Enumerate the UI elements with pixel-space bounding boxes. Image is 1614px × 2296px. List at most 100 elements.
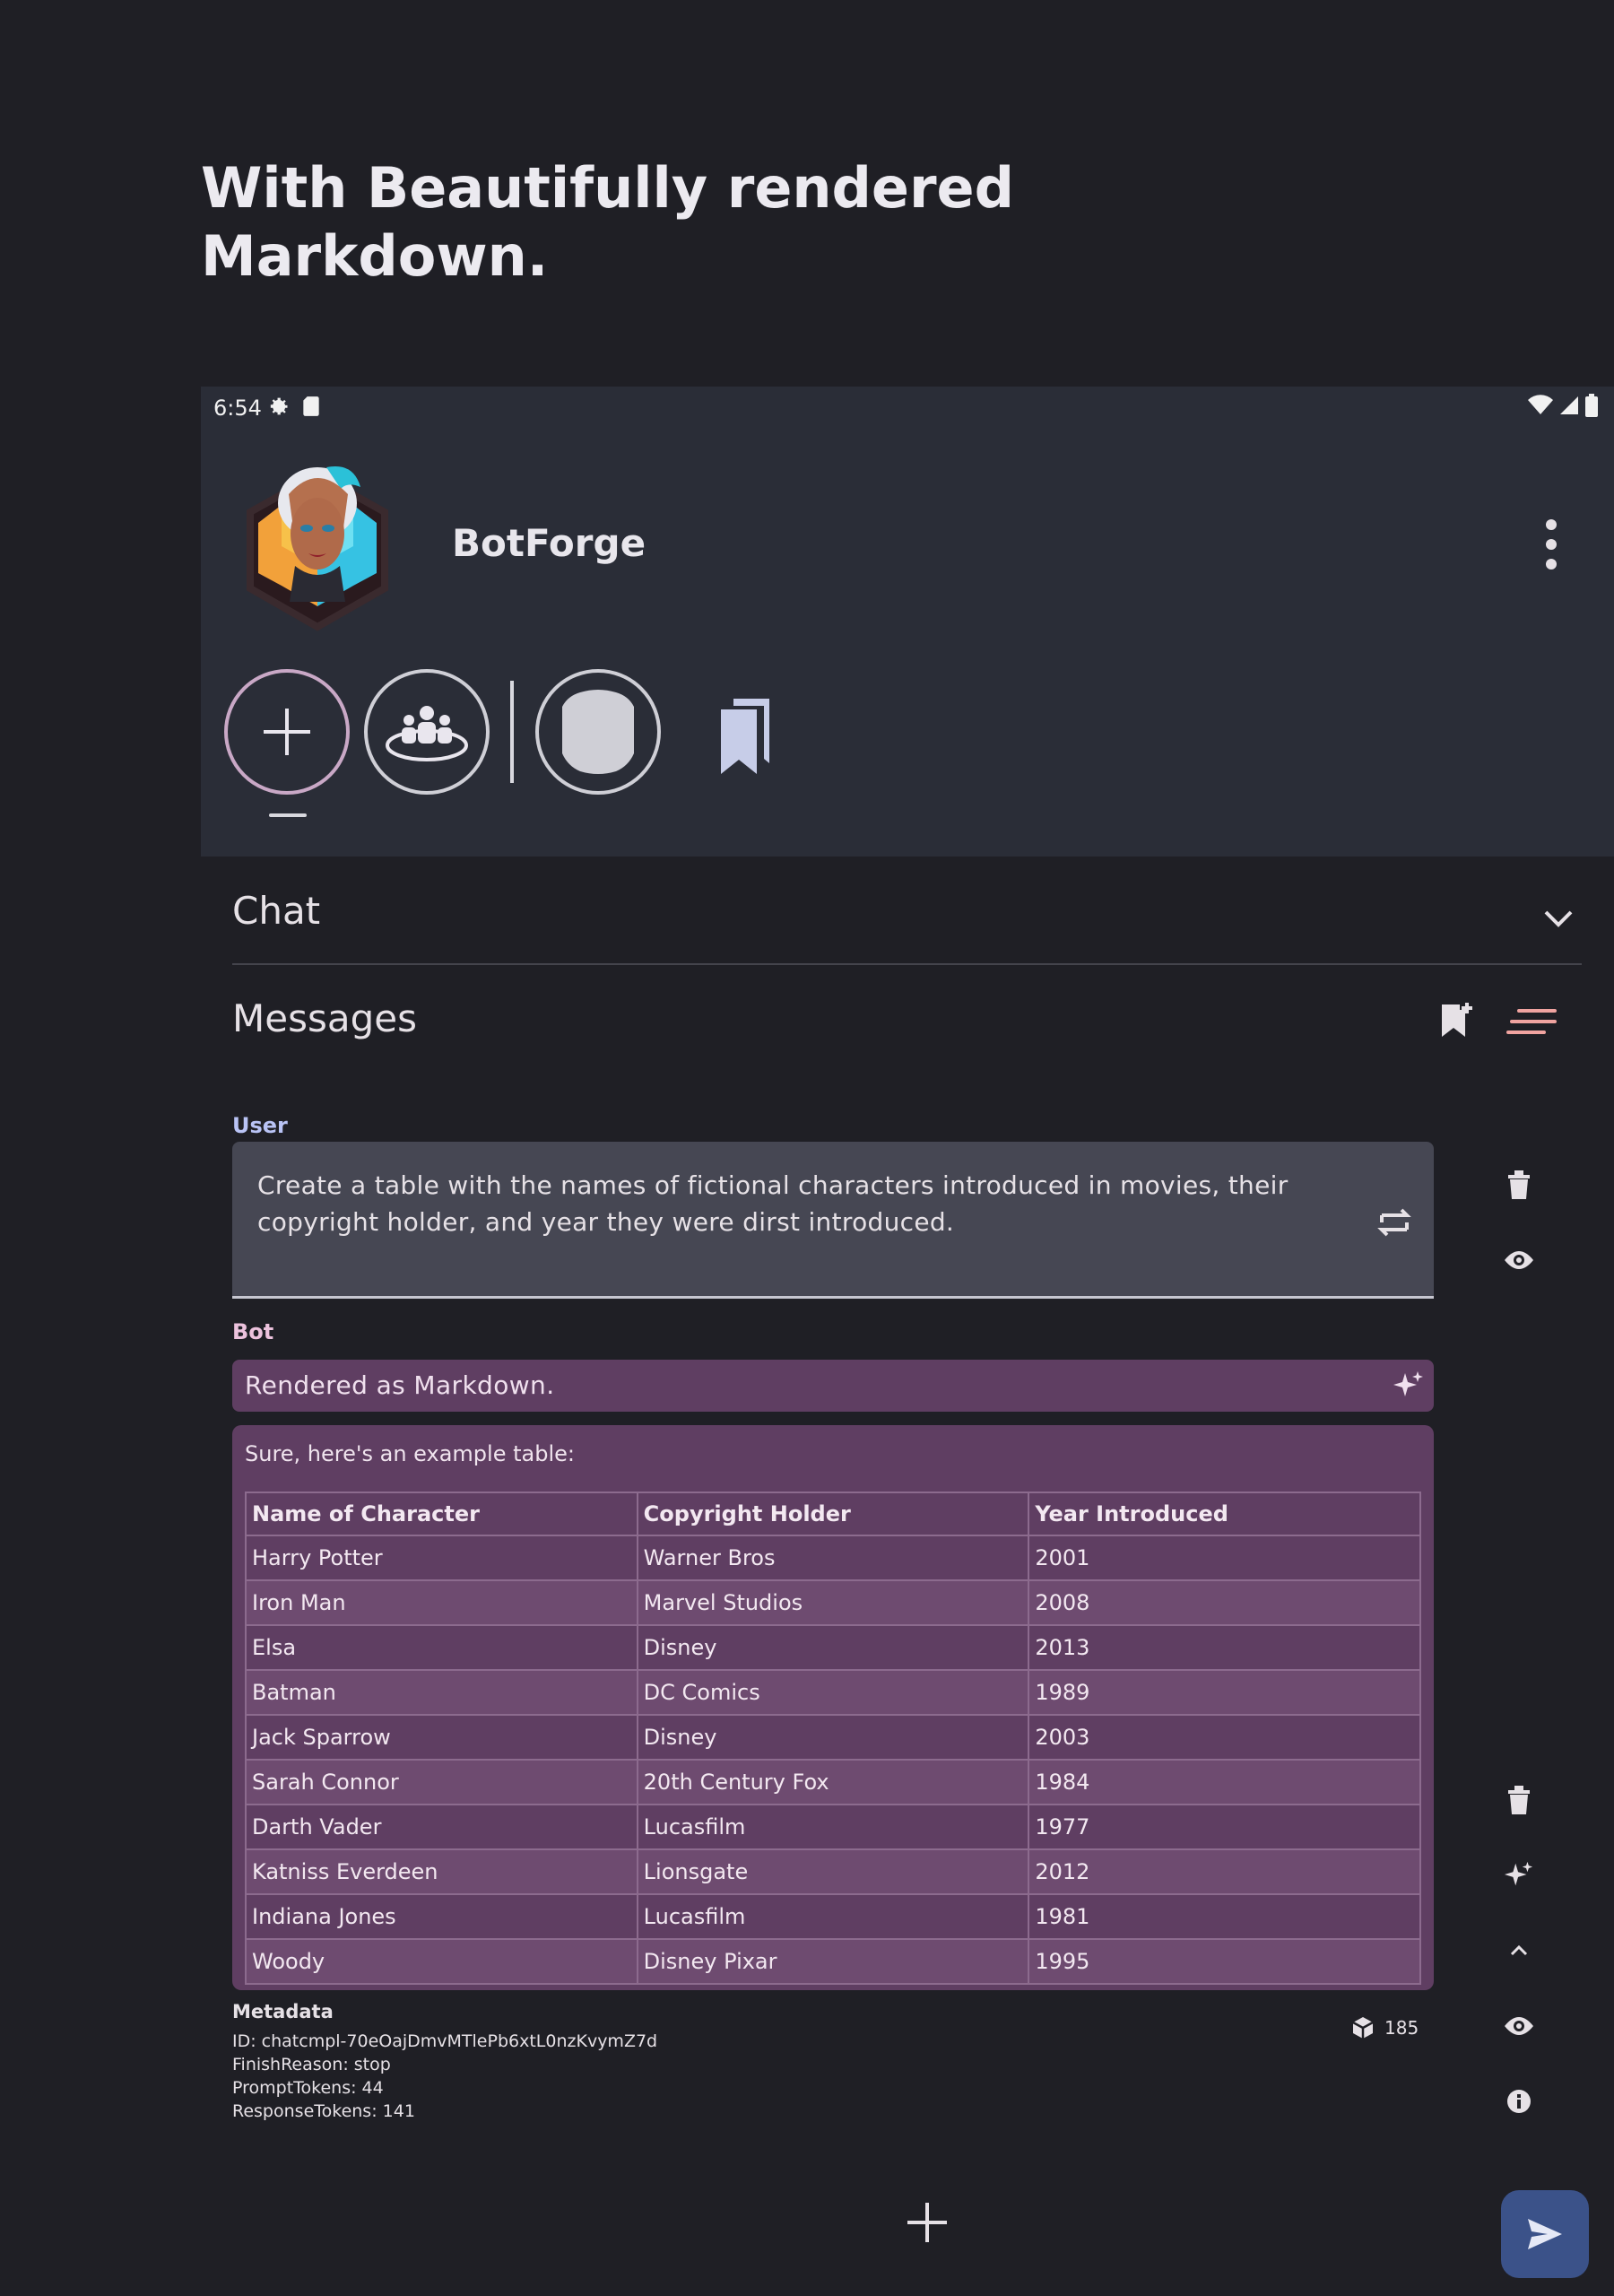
metadata-lines: ID: chatcmpl-70eOajDmvMTlePb6xtL0nzKvymZ… (232, 2030, 657, 2123)
messages-section-title: Messages (232, 996, 417, 1040)
table-cell: Disney Pixar (636, 1938, 1030, 1985)
wifi-icon (1528, 395, 1553, 414)
sparkle-icon[interactable] (1499, 1856, 1539, 1895)
sort-icon[interactable] (1506, 1004, 1557, 1039)
table-row: Harry Potter Warner Bros 2001 (245, 1535, 1421, 1581)
group-icon (386, 706, 468, 761)
table-cell: Indiana Jones (245, 1893, 638, 1940)
table-cell: Lucasfilm (636, 1893, 1030, 1940)
table-cell: Batman (245, 1669, 638, 1716)
table-cell: 2001 (1028, 1535, 1421, 1581)
table-row: Batman DC Comics 1989 (245, 1669, 1421, 1716)
bot-avatar[interactable] (228, 440, 407, 638)
render-mode-label: Rendered as Markdown. (245, 1370, 555, 1400)
table-row: Iron Man Marvel Studios 2008 (245, 1579, 1421, 1626)
table-cell: Jack Sparrow (245, 1714, 638, 1761)
bot-select-button[interactable] (535, 669, 661, 795)
table-cell: 1995 (1028, 1938, 1421, 1985)
table-cell: Sarah Connor (245, 1759, 638, 1805)
table-cell: Katniss Everdeen (245, 1848, 638, 1895)
signal-icon (1560, 396, 1578, 414)
table-cell: Darth Vader (245, 1804, 638, 1850)
table-cell: Woody (245, 1938, 638, 1985)
table-cell: Harry Potter (245, 1535, 638, 1581)
group-chat-button[interactable] (364, 669, 490, 795)
top-app-bar: 6:54 BotForge (201, 387, 1614, 857)
table-cell: 2008 (1028, 1579, 1421, 1626)
sd-card-icon (303, 396, 319, 416)
send-button[interactable] (1501, 2190, 1589, 2278)
chat-section-title: Chat (232, 889, 321, 933)
table-row: Darth Vader Lucasfilm 1977 (245, 1804, 1421, 1850)
phone-screen: 6:54 BotForge Chat Messages User Create … (201, 387, 1614, 2296)
bot-icon (562, 690, 634, 774)
table-cell: Iron Man (245, 1579, 638, 1626)
bot-intro-text: Sure, here's an example table: (245, 1441, 575, 1466)
sparkle-icon[interactable] (1393, 1370, 1425, 1402)
status-time: 6:54 (213, 396, 262, 421)
new-chat-button[interactable] (224, 669, 350, 795)
visibility-icon[interactable] (1499, 2006, 1539, 2046)
table-cell: 1989 (1028, 1669, 1421, 1716)
bookmarks-icon[interactable] (703, 691, 784, 781)
settings-icon (270, 397, 288, 415)
metadata-title: Metadata (232, 2001, 334, 2022)
chevron-down-icon[interactable] (1537, 898, 1580, 941)
chevron-up-icon[interactable] (1499, 1931, 1539, 1970)
headline: With Beautifully rendered Markdown. (201, 155, 1014, 289)
bot-message-content: Sure, here's an example table: Name of C… (232, 1425, 1434, 1990)
send-icon (1528, 2219, 1562, 2249)
table-header: Year Introduced (1028, 1492, 1421, 1536)
toolbar-divider (510, 681, 514, 783)
table-row: Elsa Disney 2013 (245, 1624, 1421, 1671)
table-row: Woody Disney Pixar 1995 (245, 1938, 1421, 1985)
metadata-id: ID: chatcmpl-70eOajDmvMTlePb6xtL0nzKvymZ… (232, 2031, 658, 2051)
table-header: Copyright Holder (636, 1492, 1030, 1536)
table-row: Jack Sparrow Disney 2003 (245, 1714, 1421, 1761)
status-icons-left (265, 394, 321, 419)
swap-icon[interactable] (1375, 1203, 1414, 1242)
table-cell: 1984 (1028, 1759, 1421, 1805)
table-cell: 20th Century Fox (636, 1759, 1030, 1805)
token-total: 185 (1384, 2017, 1419, 2039)
bot-role-label: Bot (232, 1319, 274, 1344)
visibility-icon[interactable] (1499, 1240, 1539, 1280)
table-cell: 2013 (1028, 1624, 1421, 1671)
add-message-button[interactable] (900, 2196, 954, 2249)
add-icon (264, 709, 310, 755)
table-cell: 2003 (1028, 1714, 1421, 1761)
user-role-label: User (232, 1113, 288, 1138)
table-cell: 1977 (1028, 1804, 1421, 1850)
token-count: 185 (1350, 2015, 1419, 2040)
table-cell: Lucasfilm (636, 1804, 1030, 1850)
selected-tab-indicator (269, 813, 307, 817)
token-icon (1352, 2017, 1374, 2039)
metadata-finish-reason: FinishReason: stop (232, 2055, 391, 2074)
user-message-field[interactable]: Create a table with the names of fiction… (232, 1142, 1434, 1299)
delete-icon[interactable] (1499, 1780, 1539, 1820)
render-mode-bar[interactable]: Rendered as Markdown. (232, 1360, 1434, 1412)
table-cell: 2012 (1028, 1848, 1421, 1895)
metadata-prompt-tokens: PromptTokens: 44 (232, 2078, 384, 2098)
table-row: Indiana Jones Lucasfilm 1981 (245, 1893, 1421, 1940)
table-cell: Lionsgate (636, 1848, 1030, 1895)
section-divider (232, 963, 1582, 965)
table-row: Katniss Everdeen Lionsgate 2012 (245, 1848, 1421, 1895)
delete-icon[interactable] (1499, 1165, 1539, 1205)
metadata-response-tokens: ResponseTokens: 141 (232, 2101, 415, 2121)
table-cell: Elsa (245, 1624, 638, 1671)
info-icon[interactable] (1499, 2082, 1539, 2121)
battery-icon (1585, 394, 1598, 417)
table-cell: DC Comics (636, 1669, 1030, 1716)
more-vert-icon[interactable] (1532, 517, 1571, 571)
table-cell: Marvel Studios (636, 1579, 1030, 1626)
table-cell: 1981 (1028, 1893, 1421, 1940)
table-row: Sarah Connor 20th Century Fox 1984 (245, 1759, 1421, 1805)
markdown-table: Name of Character Copyright Holder Year … (245, 1492, 1421, 1985)
user-message-text[interactable]: Create a table with the names of fiction… (257, 1167, 1333, 1240)
bookmark-add-icon[interactable] (1438, 1001, 1474, 1040)
table-cell: Disney (636, 1714, 1030, 1761)
app-title: BotForge (452, 521, 646, 565)
table-cell: Warner Bros (636, 1535, 1030, 1581)
table-header: Name of Character (245, 1492, 638, 1536)
